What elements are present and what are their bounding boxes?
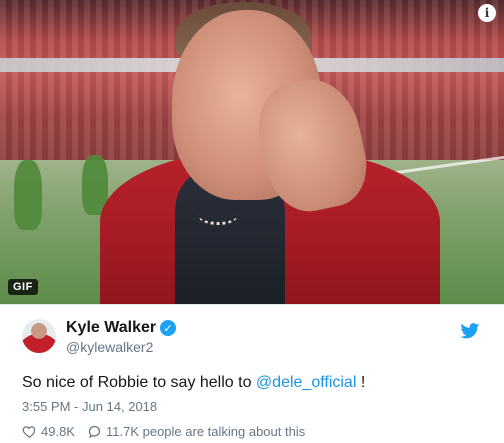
reply-action[interactable]: 11.7K people are talking about this xyxy=(87,424,305,439)
person-necklace xyxy=(198,205,238,225)
like-action[interactable]: 49.8K xyxy=(22,424,75,439)
author-name[interactable]: Kyle Walker xyxy=(66,319,156,337)
avatar[interactable] xyxy=(22,319,56,353)
author-handle[interactable]: @kylewalker2 xyxy=(66,339,153,355)
mention-link[interactable]: @dele_official xyxy=(256,374,356,391)
gif-badge: GIF xyxy=(8,279,38,295)
twitter-bird-icon[interactable] xyxy=(460,323,480,339)
like-count: 49.8K xyxy=(41,424,75,439)
tweet-text-after: ! xyxy=(356,374,366,391)
background-performer-left xyxy=(14,160,42,230)
info-icon[interactable]: i xyxy=(478,4,496,22)
tweet-timestamp[interactable]: 3:55 PM - Jun 14, 2018 xyxy=(22,399,157,414)
tweet-card: Kyle Walker ✓ @kylewalker2 So nice of Ro… xyxy=(0,304,504,443)
tweet-text: So nice of Robbie to say hello to @dele_… xyxy=(22,374,365,392)
verified-icon: ✓ xyxy=(160,320,176,336)
tweet-actions: 49.8K 11.7K people are talking about thi… xyxy=(22,424,311,439)
tweet-media-gif[interactable]: i GIF xyxy=(0,0,504,304)
heart-icon xyxy=(22,426,36,438)
speech-bubble-icon xyxy=(88,425,101,439)
tweet-text-before: So nice of Robbie to say hello to xyxy=(22,374,256,391)
talking-count: 11.7K people are talking about this xyxy=(105,424,306,439)
